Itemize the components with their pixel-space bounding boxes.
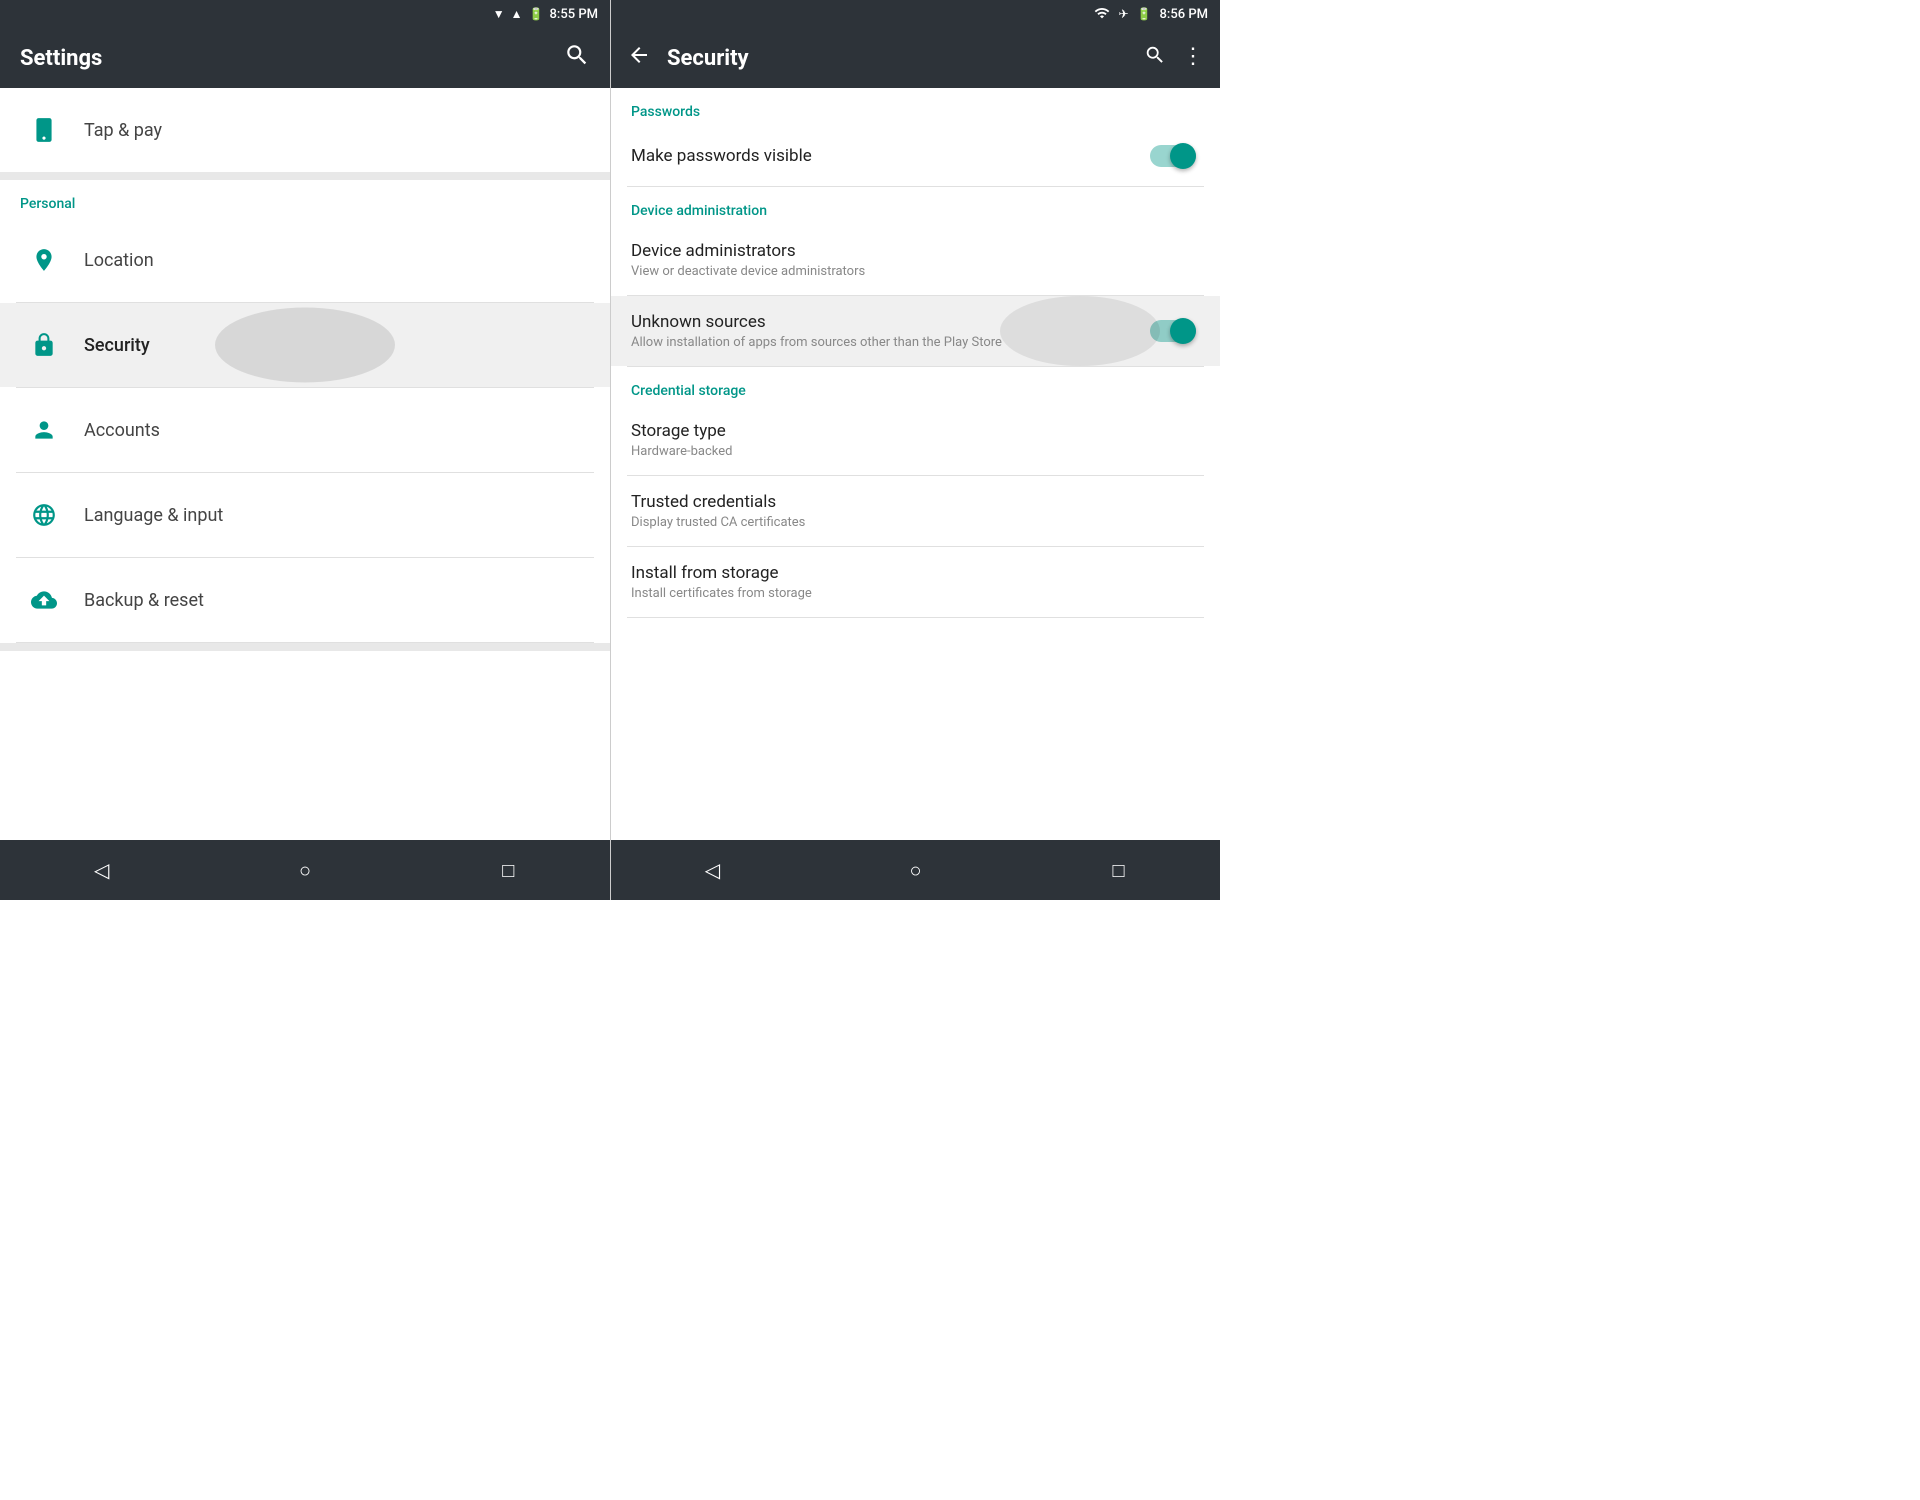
divider-install-from-storage bbox=[627, 617, 1204, 618]
storage-type-subtitle: Hardware-backed bbox=[631, 444, 1200, 459]
device-administrators-text: Device administrators View or deactivate… bbox=[631, 241, 1200, 279]
right-home-button[interactable]: ○ bbox=[891, 850, 941, 890]
location-icon bbox=[20, 236, 68, 284]
install-from-storage-item[interactable]: Install from storage Install certificate… bbox=[611, 547, 1220, 617]
backup-item[interactable]: Backup & reset bbox=[0, 558, 610, 642]
accounts-label: Accounts bbox=[84, 420, 160, 441]
storage-type-item[interactable]: Storage type Hardware-backed bbox=[611, 405, 1220, 475]
install-from-storage-title: Install from storage bbox=[631, 563, 1200, 583]
make-passwords-visible-text: Make passwords visible bbox=[631, 146, 1150, 166]
toggle-thumb-unknown bbox=[1170, 318, 1196, 344]
make-passwords-toggle[interactable] bbox=[1150, 142, 1200, 170]
right-status-bar: ✈ 🔋 8:56 PM bbox=[611, 0, 1220, 28]
unknown-sources-title: Unknown sources bbox=[631, 312, 1150, 332]
tap-pay-item[interactable]: Tap & pay bbox=[0, 88, 610, 172]
trusted-credentials-title: Trusted credentials bbox=[631, 492, 1200, 512]
device-administrators-title: Device administrators bbox=[631, 241, 1200, 261]
left-content: Tap & pay Personal Location Security bbox=[0, 88, 610, 840]
left-panel: ▼ ▲ 🔋 8:55 PM Settings Tap & pay Persona… bbox=[0, 0, 610, 900]
right-content: Passwords Make passwords visible Device … bbox=[611, 88, 1220, 840]
device-administrators-item[interactable]: Device administrators View or deactivate… bbox=[611, 225, 1220, 295]
page-title: Security bbox=[667, 46, 1128, 71]
toggle-thumb bbox=[1170, 143, 1196, 169]
bottom-divider bbox=[0, 643, 610, 651]
credential-storage-section-header: Credential storage bbox=[611, 367, 1220, 405]
storage-type-text: Storage type Hardware-backed bbox=[631, 421, 1200, 459]
signal-icon: ▲ bbox=[511, 7, 523, 21]
right-back-button[interactable]: ◁ bbox=[688, 850, 738, 890]
trusted-credentials-item[interactable]: Trusted credentials Display trusted CA c… bbox=[611, 476, 1220, 546]
left-time: 8:55 PM bbox=[550, 7, 599, 22]
divider-thick bbox=[0, 172, 610, 180]
unknown-sources-item[interactable]: Unknown sources Allow installation of ap… bbox=[611, 296, 1220, 366]
unknown-sources-subtitle: Allow installation of apps from sources … bbox=[631, 335, 1150, 350]
install-from-storage-subtitle: Install certificates from storage bbox=[631, 586, 1200, 601]
backup-label: Backup & reset bbox=[84, 590, 204, 611]
device-administrators-subtitle: View or deactivate device administrators bbox=[631, 264, 1200, 279]
signal-down-icon: ▼ bbox=[493, 7, 505, 21]
language-icon bbox=[20, 491, 68, 539]
tap-icon bbox=[20, 106, 68, 154]
location-item[interactable]: Location bbox=[0, 218, 610, 302]
unknown-sources-toggle[interactable] bbox=[1150, 317, 1200, 345]
storage-type-title: Storage type bbox=[631, 421, 1200, 441]
search-icon[interactable] bbox=[564, 42, 590, 74]
language-label: Language & input bbox=[84, 505, 223, 526]
home-button[interactable]: ○ bbox=[280, 850, 330, 890]
security-item[interactable]: Security bbox=[0, 303, 610, 387]
unknown-sources-text: Unknown sources Allow installation of ap… bbox=[631, 312, 1150, 350]
wifi-icon bbox=[1094, 5, 1110, 24]
recents-button[interactable]: □ bbox=[483, 850, 533, 890]
right-panel: ✈ 🔋 8:56 PM Security ⋮ Passwords Make pa… bbox=[610, 0, 1220, 900]
left-toolbar: Settings bbox=[0, 28, 610, 88]
left-nav-bar: ◁ ○ □ bbox=[0, 840, 610, 900]
make-passwords-visible-title: Make passwords visible bbox=[631, 146, 1150, 166]
battery-icon: 🔋 bbox=[529, 7, 544, 21]
back-button[interactable]: ◁ bbox=[77, 850, 127, 890]
left-status-bar: ▼ ▲ 🔋 8:55 PM bbox=[0, 0, 610, 28]
search-right-icon[interactable] bbox=[1144, 44, 1166, 72]
trusted-credentials-subtitle: Display trusted CA certificates bbox=[631, 515, 1200, 530]
right-recents-button[interactable]: □ bbox=[1094, 850, 1144, 890]
right-toolbar: Security ⋮ bbox=[611, 28, 1220, 88]
app-title: Settings bbox=[20, 46, 102, 71]
right-time: 8:56 PM bbox=[1160, 7, 1209, 22]
accounts-item[interactable]: Accounts bbox=[0, 388, 610, 472]
more-options-icon[interactable]: ⋮ bbox=[1182, 44, 1204, 72]
lock-icon bbox=[20, 321, 68, 369]
passwords-section-header: Passwords bbox=[611, 88, 1220, 126]
tap-pay-label: Tap & pay bbox=[84, 120, 162, 141]
account-icon bbox=[20, 406, 68, 454]
make-passwords-visible-item[interactable]: Make passwords visible bbox=[611, 126, 1220, 186]
backup-icon bbox=[20, 576, 68, 624]
install-from-storage-text: Install from storage Install certificate… bbox=[631, 563, 1200, 601]
language-item[interactable]: Language & input bbox=[0, 473, 610, 557]
toolbar-icons: ⋮ bbox=[1144, 44, 1204, 72]
security-label: Security bbox=[84, 335, 150, 356]
location-label: Location bbox=[84, 250, 154, 271]
trusted-credentials-text: Trusted credentials Display trusted CA c… bbox=[631, 492, 1200, 530]
battery-right-icon: 🔋 bbox=[1137, 7, 1152, 21]
back-icon[interactable] bbox=[627, 43, 651, 73]
personal-section-header: Personal bbox=[0, 180, 610, 218]
right-nav-bar: ◁ ○ □ bbox=[611, 840, 1220, 900]
airplane-icon: ✈ bbox=[1118, 7, 1128, 21]
device-admin-section-header: Device administration bbox=[611, 187, 1220, 225]
